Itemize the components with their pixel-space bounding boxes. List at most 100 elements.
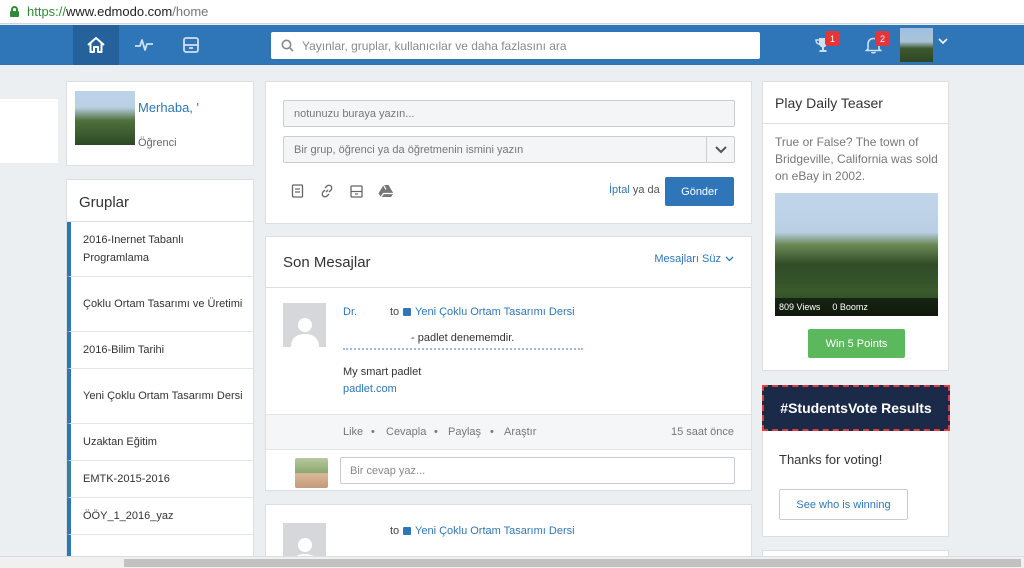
post-text: - padlet denememdir.: [411, 332, 515, 344]
recipient-field[interactable]: [283, 136, 735, 163]
side-panel-fragment: [0, 99, 58, 163]
url-path: /home: [172, 4, 209, 19]
research-button[interactable]: Araştır: [504, 426, 536, 438]
chevron-down-icon[interactable]: [938, 38, 948, 45]
home-button[interactable]: [73, 25, 119, 65]
link-preview-url[interactable]: padlet.com: [343, 383, 397, 395]
views-count: 809 Views: [779, 302, 821, 312]
trophy-badge: 1: [825, 31, 840, 46]
messages-header: Son Mesajlar Mesajları Süz: [266, 237, 751, 288]
to-label: to: [390, 306, 400, 318]
sender-avatar[interactable]: [283, 303, 326, 347]
post-group-link[interactable]: Yeni Çoklu Ortam Tasarımı Dersi: [403, 306, 575, 318]
user-avatar[interactable]: [900, 28, 933, 62]
post-group-link[interactable]: Yeni Çoklu Ortam Tasarımı Dersi: [403, 525, 575, 537]
user-silhouette-icon: [290, 318, 319, 347]
link-preview-title: My smart padlet: [343, 366, 422, 378]
notifications-button[interactable]: 2: [858, 29, 890, 61]
post-composer: İptal ya da Gönder: [265, 81, 752, 224]
cancel-area: İptal ya da: [609, 184, 660, 196]
reply-input[interactable]: [350, 464, 734, 477]
google-drive-button[interactable]: [377, 183, 395, 199]
filter-label: Mesajları Süz: [654, 253, 721, 265]
drive-icon: [378, 184, 394, 198]
separator-dot: •: [371, 426, 375, 438]
win-points-button[interactable]: Win 5 Points: [808, 329, 905, 358]
lock-icon: [10, 6, 19, 17]
separator-dot: •: [434, 426, 438, 438]
boomz-count: 0 Boomz: [832, 302, 868, 312]
note-field[interactable]: [283, 100, 735, 127]
group-square-icon: [403, 527, 411, 535]
post-group-name: Yeni Çoklu Ortam Tasarımı Dersi: [415, 306, 575, 318]
user-role: Öğrenci: [138, 137, 177, 149]
search-box[interactable]: [271, 32, 760, 59]
post-actions-bar: Like • Cevapla • Paylaş • Araştır 15 saa…: [266, 414, 751, 450]
vote-thanks: Thanks for voting!: [779, 452, 883, 467]
groups-panel: Gruplar 2016-Inernet Tabanlı Programlama…: [66, 179, 254, 568]
separator-dot: •: [490, 426, 494, 438]
reply-field[interactable]: [340, 457, 735, 484]
vote-banner: #StudentsVote Results: [762, 385, 950, 431]
teaser-question: True or False? The town of Bridgeville, …: [775, 135, 938, 183]
sender-name[interactable]: Dr.: [343, 306, 357, 318]
cancel-suffix: ya da: [632, 184, 660, 196]
backpack-icon: [183, 37, 199, 53]
search-icon: [281, 39, 294, 52]
group-item[interactable]: ÖÖY_1_2016_yaz: [67, 498, 253, 535]
group-item[interactable]: Yeni Çoklu Ortam Tasarımı Dersi: [67, 369, 253, 424]
post-timestamp: 15 saat önce: [671, 426, 734, 438]
top-navbar: 1 2: [0, 25, 1024, 65]
greeting[interactable]: Merhaba, ': [138, 100, 199, 115]
scrollbar-thumb[interactable]: [124, 559, 1021, 567]
messages-title: Son Mesajlar: [283, 254, 371, 271]
recipient-input[interactable]: [294, 143, 734, 156]
profile-card: Merhaba, ' Öğrenci: [66, 81, 254, 166]
truncated-link-line[interactable]: [343, 348, 583, 352]
url-scheme: https://: [27, 4, 67, 19]
activity-icon: [135, 39, 153, 51]
chevron-down-icon: [725, 256, 734, 262]
current-user-avatar: [295, 458, 328, 488]
link-icon: [321, 184, 333, 198]
search-input[interactable]: [302, 38, 742, 53]
group-item[interactable]: 2016-Inernet Tabanlı Programlama: [67, 222, 253, 277]
filter-messages-dropdown[interactable]: Mesajları Süz: [654, 253, 734, 265]
share-button[interactable]: Paylaş: [448, 426, 481, 438]
chevron-down-icon: [714, 145, 727, 153]
send-button[interactable]: Gönder: [665, 177, 734, 206]
horizontal-scrollbar[interactable]: [0, 556, 1024, 568]
note-input[interactable]: [294, 107, 734, 120]
trophy-button[interactable]: 1: [808, 29, 840, 61]
backpack-button[interactable]: [168, 25, 214, 65]
attach-link-button[interactable]: [318, 183, 336, 199]
recipient-dropdown[interactable]: [706, 137, 734, 162]
daily-teaser-card: Play Daily Teaser True or False? The tow…: [762, 81, 949, 371]
group-item[interactable]: Çoklu Ortam Tasarımı ve Üretimi: [67, 277, 253, 332]
notification-badge: 2: [875, 31, 890, 46]
teaser-stats: 809 Views 0 Boomz: [775, 298, 938, 316]
teaser-title: Play Daily Teaser: [763, 82, 948, 124]
cancel-link[interactable]: İptal: [609, 184, 630, 196]
reply-button[interactable]: Cevapla: [386, 426, 426, 438]
see-who-winning-button[interactable]: See who is winning: [779, 489, 908, 520]
to-label: to: [390, 525, 400, 537]
progress-button[interactable]: [121, 25, 167, 65]
recent-messages-panel: Son Mesajlar Mesajları Süz Dr. to Yeni Ç…: [265, 236, 752, 491]
attach-file-button[interactable]: [288, 183, 306, 199]
address-bar[interactable]: https:// www.edmodo.com /home: [0, 0, 1024, 24]
groups-title: Gruplar: [67, 180, 253, 222]
group-item[interactable]: 2016-Bilim Tarihi: [67, 332, 253, 369]
attach-library-button[interactable]: [347, 183, 365, 199]
group-square-icon: [403, 308, 411, 316]
teaser-image[interactable]: 809 Views 0 Boomz: [775, 193, 938, 316]
profile-picture[interactable]: [75, 91, 135, 145]
like-button[interactable]: Like: [343, 426, 363, 438]
post-group-name: Yeni Çoklu Ortam Tasarımı Dersi: [415, 525, 575, 537]
home-icon: [87, 37, 105, 53]
file-icon: [291, 184, 303, 198]
group-item[interactable]: Uzaktan Eğitim: [67, 424, 253, 461]
students-vote-card: #StudentsVote Results Thanks for voting!…: [762, 385, 950, 537]
group-item[interactable]: EMTK-2015-2016: [67, 461, 253, 498]
archive-icon: [349, 184, 363, 198]
